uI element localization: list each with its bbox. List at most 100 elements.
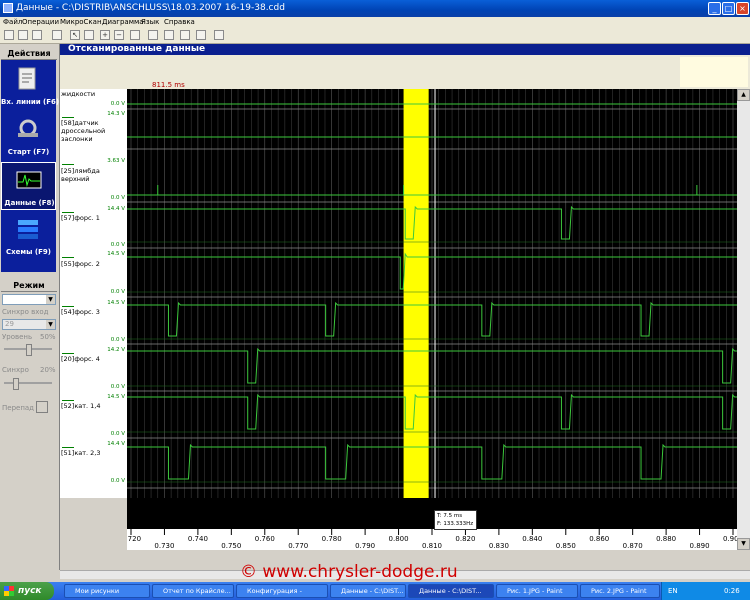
menu-microscan[interactable]: МикроСкан bbox=[60, 17, 102, 27]
actions-panel: Вх. линии (F6) Старт (F7) Данные (F8) Сх… bbox=[1, 60, 59, 272]
menu-help[interactable]: Справка bbox=[164, 17, 195, 27]
channel-row[interactable]: 14.4 V [57]форс. 1 0.0 V bbox=[60, 202, 127, 248]
sync-input-label: Синхро вход bbox=[2, 308, 49, 316]
x-tick-label: 0.880 bbox=[656, 535, 676, 543]
task-paint-2[interactable]: Рис. 2.JPG - Paint bbox=[580, 584, 660, 598]
sync-slider-thumb[interactable] bbox=[12, 378, 19, 390]
sync-slider[interactable] bbox=[4, 378, 52, 390]
menu-language[interactable]: Язык bbox=[141, 17, 159, 27]
channel-row[interactable]: жидкости 0.0 V bbox=[60, 89, 127, 109]
windows-logo-icon bbox=[4, 586, 14, 596]
menu-diagram[interactable]: Диаграмма bbox=[102, 17, 144, 27]
menu-file[interactable]: Файл bbox=[3, 17, 22, 27]
mode-select[interactable]: ▼ bbox=[2, 294, 56, 305]
fit-icon[interactable] bbox=[130, 30, 140, 40]
hand-icon[interactable] bbox=[84, 30, 94, 40]
scroll-down-button[interactable]: ▼ bbox=[737, 538, 750, 550]
channel-row[interactable]: 14.5 V [55]форс. 2 0.0 V bbox=[60, 248, 127, 297]
clock: 0:26 bbox=[724, 587, 740, 595]
x-tick-label: 0.800 bbox=[389, 535, 409, 543]
actions-title: Действия bbox=[1, 48, 57, 60]
waveform-icon bbox=[62, 206, 74, 213]
data-button[interactable]: Данные (F8) bbox=[1, 162, 56, 210]
zoom-out-icon[interactable]: − bbox=[114, 30, 124, 40]
chevron-down-icon: ▼ bbox=[46, 320, 55, 329]
sync-value: 20% bbox=[40, 366, 56, 374]
menu-operations[interactable]: Операции bbox=[22, 17, 59, 27]
oscillogram-plot[interactable]: 0.720 0.730 0.740 0.750 0.760 0.770 0.780 0.790… bbox=[127, 89, 737, 550]
window-title: Данные - C:\DISTRIB\ANSCHLUSS\18.03.2007… bbox=[16, 3, 285, 13]
minimize-button[interactable]: _ bbox=[708, 2, 721, 15]
task-paint-1[interactable]: Рис. 1.JPG - Paint bbox=[496, 584, 578, 598]
frame-icon[interactable] bbox=[148, 30, 158, 40]
channel-row[interactable]: 14.3 V [58]датчик дроссельной заслонки bbox=[60, 109, 127, 149]
start-button[interactable]: пуск bbox=[0, 582, 54, 600]
waveform-icon bbox=[62, 111, 74, 118]
waveform-icon bbox=[62, 441, 74, 448]
selection-band bbox=[403, 89, 429, 498]
maximize-button[interactable]: □ bbox=[722, 2, 735, 15]
level-slider[interactable] bbox=[4, 344, 52, 356]
cursor-time-label: 811.5 ms bbox=[152, 81, 185, 89]
x-tick-label: 0.730 bbox=[154, 542, 174, 550]
export-icon[interactable] bbox=[196, 30, 206, 40]
level-value: 50% bbox=[40, 333, 56, 341]
scroll-up-button[interactable]: ▲ bbox=[737, 89, 750, 101]
x-tick-label: 0.850 bbox=[556, 542, 576, 550]
x-tick-label: 0.820 bbox=[455, 535, 475, 543]
toolbar: ↖ + − bbox=[0, 27, 750, 44]
channel-row[interactable]: 3.63 V [25]лямбда верхний 0.0 V bbox=[60, 149, 127, 202]
cursor-marker-icon[interactable] bbox=[164, 30, 174, 40]
sync-input-select[interactable]: 29 ▼ bbox=[2, 319, 56, 330]
x-tick-label: 0.810 bbox=[422, 542, 442, 550]
waveform-icon bbox=[62, 251, 74, 258]
x-tick-label: 0.870 bbox=[623, 542, 643, 550]
start-button[interactable]: Старт (F7) bbox=[1, 112, 56, 160]
level-label: Уровень bbox=[2, 333, 33, 341]
diagrams-button[interactable]: Схемы (F9) bbox=[1, 212, 56, 260]
level-slider-thumb[interactable] bbox=[26, 344, 32, 356]
mode-title: Режим bbox=[1, 280, 57, 292]
vertical-scrollbar[interactable]: ▲ ▼ bbox=[737, 89, 750, 550]
x-tick-label: 0.790 bbox=[355, 542, 375, 550]
waveform-icon bbox=[62, 347, 74, 354]
channel-row[interactable]: 14.2 V [20]форс. 4 0.0 V bbox=[60, 344, 127, 391]
sync-label: Синхро bbox=[2, 366, 29, 374]
input-lines-button[interactable]: Вх. линии (F6) bbox=[1, 62, 59, 110]
x-tick-label: 0.830 bbox=[489, 542, 509, 550]
channel-labels: жидкости 0.0 V 14.3 V [58]датчик дроссельн… bbox=[60, 89, 127, 498]
diagrams-icon bbox=[18, 220, 38, 239]
input-lines-icon bbox=[18, 67, 36, 90]
print-icon[interactable] bbox=[52, 30, 62, 40]
x-tick-label: 0.740 bbox=[188, 535, 208, 543]
retrigger-button[interactable] bbox=[36, 401, 48, 413]
x-tick-label: 0.750 bbox=[221, 542, 241, 550]
waveform-icon bbox=[62, 158, 74, 165]
waveform-data-icon bbox=[16, 171, 42, 189]
task-data-1[interactable]: Данные - C:\DIST... bbox=[330, 584, 406, 598]
chevron-down-icon: ▼ bbox=[46, 295, 55, 304]
x-tick-label: 0.720 bbox=[127, 535, 141, 543]
settings-icon[interactable] bbox=[214, 30, 224, 40]
channel-row[interactable]: 14.5 V [54]форс. 3 0.0 V bbox=[60, 297, 127, 344]
close-button[interactable]: × bbox=[736, 2, 749, 15]
open-icon[interactable] bbox=[18, 30, 28, 40]
task-data-2[interactable]: Данные - C:\DIST... bbox=[408, 584, 494, 598]
system-tray: EN 0:26 bbox=[661, 582, 750, 600]
zoom-in-icon[interactable]: + bbox=[100, 30, 110, 40]
task-my-pictures[interactable]: Мои рисунки bbox=[64, 584, 150, 598]
task-report[interactable]: Отчет по Крайсле... bbox=[152, 584, 234, 598]
channel-row[interactable]: 14.5 V [52]кат. 1,4 0.0 V bbox=[60, 391, 127, 438]
arrow-icon[interactable]: ↖ bbox=[70, 30, 80, 40]
info-box bbox=[680, 57, 748, 87]
monitor-icon[interactable] bbox=[180, 30, 190, 40]
new-icon[interactable] bbox=[4, 30, 14, 40]
x-tick-label: 0.760 bbox=[255, 535, 275, 543]
language-indicator[interactable]: EN bbox=[668, 582, 678, 600]
title-bar: Данные - C:\DISTRIB\ANSCHLUSS\18.03.2007… bbox=[0, 0, 750, 17]
x-tick-label: 0.860 bbox=[589, 535, 609, 543]
task-config[interactable]: Конфигурация - bbox=[236, 584, 328, 598]
channel-row[interactable]: 14.4 V [51]кат. 2,3 0.0 V bbox=[60, 438, 127, 488]
save-icon[interactable] bbox=[32, 30, 42, 40]
start-probe-icon bbox=[18, 119, 38, 137]
